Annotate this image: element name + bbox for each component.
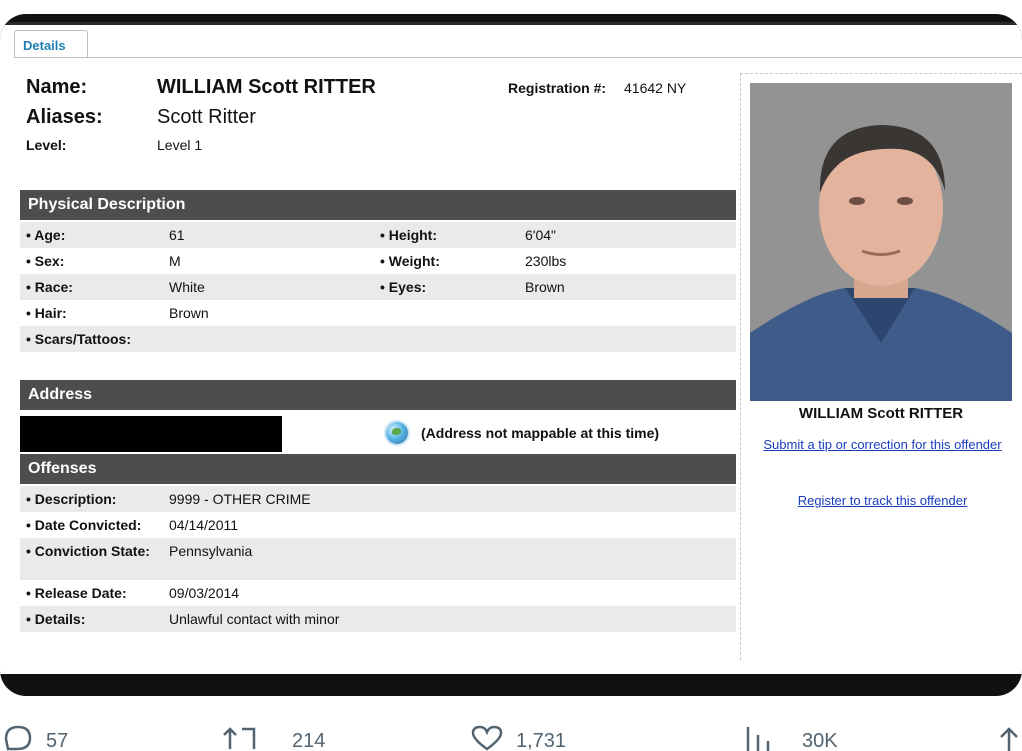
offenses-header: Offenses [20,454,736,484]
physical-row: • Age: 61 • Height: 6'04" [20,222,736,248]
field-label: • Race: [26,279,73,295]
physical-row: • Race: White • Eyes: Brown [20,274,736,300]
field-value: Pennsylvania [169,543,253,559]
offense-row: • Date Convicted: 04/14/2011 [20,512,736,538]
physical-row: • Hair: Brown [20,300,736,326]
field-label: • Age: [26,227,66,243]
views-count: 30K [802,730,838,751]
field-value: 61 [169,227,185,243]
field-label: • Details: [26,611,86,627]
physical-description-header: Physical Description [20,190,736,220]
reply-icon [4,725,32,751]
address-header: Address [20,380,736,410]
tweet-action-bar: 57 214 1,731 30K [0,722,1022,751]
tab-details[interactable]: Details [14,30,88,58]
offense-row: • Description: 9999 - OTHER CRIME [20,486,736,512]
person-portrait-image [750,83,1012,401]
field-label: • Scars/Tattoos: [26,331,131,347]
like-count: 1,731 [516,730,567,751]
field-value: 09/03/2014 [169,585,240,601]
offense-row: • Release Date: 09/03/2014 [20,580,736,606]
field-value: Unlawful contact with minor [169,611,340,627]
repost-icon [223,727,256,749]
field-label: • Hair: [26,305,67,321]
registration-label: Registration #: [508,80,607,96]
field-label: • Weight: [380,253,440,269]
level-value: Level 1 [157,137,203,153]
field-value: M [169,253,181,269]
redacted-address [20,416,282,452]
photo-caption: WILLIAM Scott RITTER [798,405,964,422]
reply-count: 57 [46,730,69,751]
register-track-link[interactable]: Register to track this offender [760,493,1005,508]
field-value: 9999 - OTHER CRIME [169,491,311,507]
aliases-value: Scott Ritter [157,106,256,128]
field-label: • Eyes: [380,279,427,295]
level-label: Level: [26,137,67,153]
share-icon [1000,727,1018,751]
field-value: Brown [525,279,565,295]
globe-icon [386,422,408,444]
field-label: • Date Convicted: [26,517,142,533]
field-value: 6'04" [525,227,557,243]
offender-photo [750,83,1012,401]
field-label: • Description: [26,491,117,507]
heart-icon [471,725,503,751]
field-value: Brown [169,305,209,321]
tab-divider [14,57,1022,58]
name-label: Name: [26,76,88,98]
views-chart-icon [746,727,770,751]
name-value: WILLIAM Scott RITTER [157,76,376,98]
offense-row: • Conviction State: Pennsylvania [20,538,736,580]
aliases-label: Aliases: [26,106,103,128]
field-label: • Conviction State: [26,543,150,559]
address-map-note: (Address not mappable at this time) [421,425,660,441]
repost-count: 214 [292,730,326,751]
field-value: 230lbs [525,253,567,269]
field-value: White [169,279,205,295]
top-divider [0,22,1022,25]
offense-row: • Details: Unlawful contact with minor [20,606,736,632]
field-label: • Sex: [26,253,65,269]
physical-row: • Scars/Tattoos: [20,326,736,352]
field-label: • Release Date: [26,585,127,601]
field-label: • Height: [380,227,438,243]
registration-value: 41642 NY [624,80,687,96]
physical-row: • Sex: M • Weight: 230lbs [20,248,736,274]
field-value: 04/14/2011 [169,517,239,533]
submit-tip-link[interactable]: Submit a tip or correction for this offe… [760,437,1005,452]
